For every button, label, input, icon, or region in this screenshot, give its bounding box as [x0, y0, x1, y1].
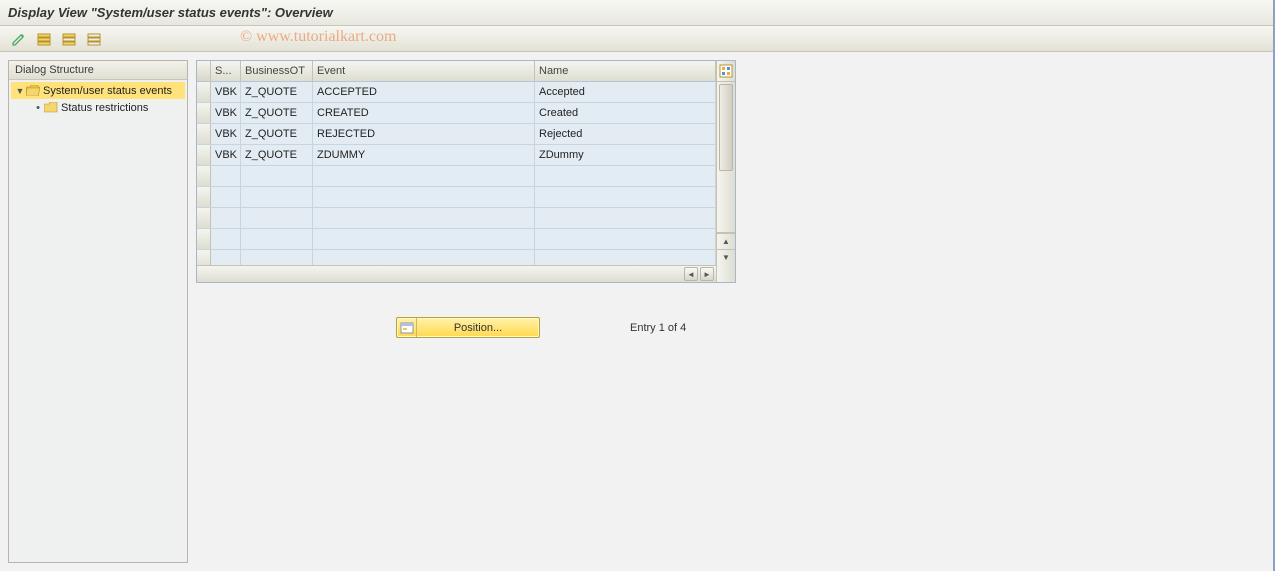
cell-businessot: Z_QUOTE — [241, 124, 313, 144]
entry-counter: Entry 1 of 4 — [630, 322, 686, 334]
col-header-event[interactable]: Event — [313, 61, 535, 81]
row-selector[interactable] — [197, 124, 211, 144]
table-row[interactable]: VBKZ_QUOTEREJECTEDRejected — [197, 124, 716, 145]
cell-event: CREATED — [313, 103, 535, 123]
grid-header-row: S... BusinessOT Event Name — [197, 61, 716, 82]
row-selector[interactable] — [197, 250, 211, 265]
tree-item-system-user-status-events[interactable]: ▼ System/user status events — [11, 82, 185, 99]
cell-businessot: Z_QUOTE — [241, 103, 313, 123]
table-row[interactable]: VBKZ_QUOTEACCEPTEDAccepted — [197, 82, 716, 103]
grid-select-all-header[interactable] — [197, 61, 211, 81]
scrollbar-thumb[interactable] — [719, 84, 733, 171]
data-grid: S... BusinessOT Event Name VBKZ_QUOTEACC… — [196, 60, 736, 283]
row-selector[interactable] — [197, 187, 211, 207]
grid-config-button[interactable] — [717, 61, 735, 82]
tree-item-label: System/user status events — [43, 85, 172, 97]
tree-body: ▼ System/user status events • Status res… — [9, 80, 187, 118]
table-row[interactable]: VBKZ_QUOTEZDUMMYZDummy — [197, 145, 716, 166]
table-row-empty[interactable] — [197, 166, 716, 187]
app-toolbar: © www.tutorialkart.com — [0, 26, 1273, 52]
row-selector[interactable] — [197, 166, 211, 186]
cell-s: VBK — [211, 82, 241, 102]
cell-s: VBK — [211, 145, 241, 165]
bullet-icon: • — [33, 102, 43, 114]
position-icon — [397, 318, 417, 337]
deselect-all-button[interactable] — [83, 29, 105, 49]
dialog-structure-panel: Dialog Structure ▼ System/user status ev… — [8, 60, 188, 563]
tree-item-status-restrictions[interactable]: • Status restrictions — [11, 99, 185, 116]
row-selector[interactable] — [197, 229, 211, 249]
folder-open-icon — [26, 85, 40, 96]
row-selector[interactable] — [197, 82, 211, 102]
scroll-right-button[interactable]: ► — [700, 267, 714, 281]
table-row-empty[interactable] — [197, 187, 716, 208]
scroll-down-button[interactable]: ▼ — [717, 249, 735, 265]
cell-s: VBK — [211, 103, 241, 123]
cell-businessot: Z_QUOTE — [241, 82, 313, 102]
row-selector[interactable] — [197, 145, 211, 165]
scroll-up-button[interactable]: ▲ — [717, 233, 735, 249]
cell-name: Created — [535, 103, 716, 123]
table-row-empty[interactable] — [197, 208, 716, 229]
tree-item-label: Status restrictions — [61, 102, 148, 114]
table-row-empty[interactable] — [197, 229, 716, 250]
cell-name: ZDummy — [535, 145, 716, 165]
position-button-label: Position... — [417, 322, 539, 334]
grid-vscroll[interactable] — [717, 82, 735, 233]
table-row[interactable]: VBKZ_QUOTECREATEDCreated — [197, 103, 716, 124]
cell-event: REJECTED — [313, 124, 535, 144]
grid-hscroll: ◄ ► — [197, 265, 716, 282]
select-block-button[interactable] — [58, 29, 80, 49]
table-row-empty[interactable] — [197, 250, 716, 265]
cell-event: ACCEPTED — [313, 82, 535, 102]
row-selector[interactable] — [197, 103, 211, 123]
tree-header: Dialog Structure — [9, 61, 187, 80]
title-bar: Display View "System/user status events"… — [0, 0, 1273, 26]
col-header-businessot[interactable]: BusinessOT — [241, 61, 313, 81]
cell-name: Accepted — [535, 82, 716, 102]
cell-event: ZDUMMY — [313, 145, 535, 165]
position-button[interactable]: Position... — [396, 317, 540, 338]
cell-name: Rejected — [535, 124, 716, 144]
page-title: Display View "System/user status events"… — [8, 5, 333, 20]
cell-s: VBK — [211, 124, 241, 144]
scroll-left-button[interactable]: ◄ — [684, 267, 698, 281]
expand-toggle-icon[interactable]: ▼ — [15, 86, 25, 96]
watermark: © www.tutorialkart.com — [240, 28, 396, 46]
cell-businessot: Z_QUOTE — [241, 145, 313, 165]
row-selector[interactable] — [197, 208, 211, 228]
col-header-name[interactable]: Name — [535, 61, 716, 81]
col-header-s[interactable]: S... — [211, 61, 241, 81]
select-all-button[interactable] — [33, 29, 55, 49]
folder-closed-icon — [44, 102, 58, 113]
toggle-edit-button[interactable] — [8, 29, 30, 49]
